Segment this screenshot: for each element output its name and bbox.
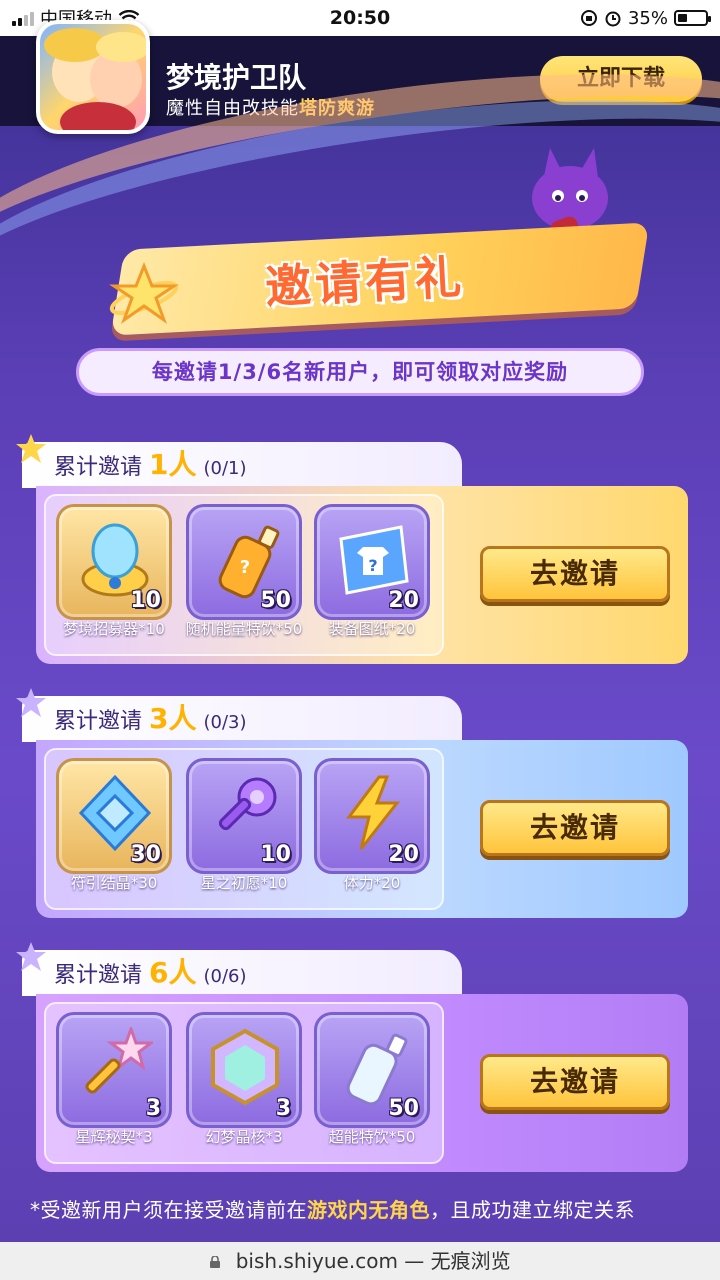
item-label: 随机能量特饮*50	[185, 620, 303, 638]
item-label: 体力*20	[343, 874, 401, 892]
invite-footnote: *受邀新用户须在接受邀请前在游戏内无角色，且成功建立绑定关系	[30, 1194, 690, 1226]
item-label: 符引结晶*30	[70, 874, 158, 892]
status-right: 35%	[580, 7, 711, 29]
item-label: 幻梦晶核*3	[205, 1128, 283, 1146]
url-text: bish.shiyue.com — 无痕浏览	[235, 1249, 511, 1273]
section-tab: 累计邀请 6人 (0/6)	[22, 950, 462, 996]
reward-card: 10 ? 50 ? 20 梦境招募器*10 随机能量特饮*50 装备图纸*20 …	[36, 486, 688, 664]
invite-progress: (0/3)	[203, 712, 247, 733]
super-drink-icon	[346, 1033, 408, 1106]
item-count: 50	[388, 1096, 419, 1121]
svg-text:?: ?	[240, 557, 250, 578]
item-count: 20	[388, 842, 419, 867]
rotation-lock-icon	[580, 10, 597, 26]
section-tab: 累计邀请 1人 (0/1)	[22, 442, 462, 488]
section-prefix: 累计邀请	[54, 709, 143, 734]
reward-item[interactable]: 3	[186, 1012, 302, 1128]
item-count: 30	[130, 842, 161, 867]
reward-section-2: 累计邀请 3人 (0/3) 30 10 20 符引结晶*30 星之初愿*10 体…	[0, 688, 720, 926]
section-tab: 累计邀请 3人 (0/3)	[22, 696, 462, 742]
footnote-highlight: 游戏内无角色	[307, 1198, 430, 1222]
item-label: 梦境招募器*10	[63, 620, 165, 638]
star-key-icon	[85, 1027, 153, 1094]
app-title: 梦境护卫队	[166, 61, 307, 94]
item-count: 20	[388, 588, 419, 613]
app-icon[interactable]	[36, 20, 150, 134]
dream-core-icon	[211, 1028, 279, 1106]
footnote-prefix: *受邀新用户须在接受邀请前在	[30, 1198, 307, 1222]
battery-icon	[674, 10, 711, 26]
alarm-icon	[605, 11, 621, 27]
battery-percent: 35%	[627, 7, 668, 29]
reward-item[interactable]: ? 50	[186, 504, 302, 620]
recruiter-icon	[81, 523, 149, 597]
reward-item[interactable]: 10	[56, 504, 172, 620]
reward-item[interactable]: 50	[314, 1012, 430, 1128]
reward-card: 3 3 50 星辉秘契*3 幻梦晶核*3 超能特饮*50 去邀请	[36, 994, 688, 1172]
item-label: 超能特饮*50	[328, 1128, 416, 1146]
section-prefix: 累计邀请	[54, 963, 143, 988]
lock-icon	[210, 1256, 221, 1268]
star-icon	[16, 688, 46, 717]
invite-progress: (0/6)	[203, 966, 247, 987]
footnote-suffix: ，且成功建立绑定关系	[430, 1198, 635, 1222]
crystal-icon	[78, 774, 152, 852]
star-icon	[16, 942, 46, 971]
invite-count: 6人	[149, 956, 197, 989]
reward-item[interactable]: 20	[314, 758, 430, 874]
invite-button[interactable]: 去邀请	[480, 1054, 670, 1110]
invite-button[interactable]: 去邀请	[480, 800, 670, 856]
section-prefix: 累计邀请	[54, 455, 143, 480]
item-label: 星之初愿*10	[200, 874, 288, 892]
invite-progress: (0/1)	[203, 458, 247, 479]
reward-item[interactable]: 30	[56, 758, 172, 874]
reward-item[interactable]: ? 20	[314, 504, 430, 620]
reward-section-1: 累计邀请 1人 (0/1) 10 ? 50 ? 20 梦境招募器*10 随机能量…	[0, 434, 720, 672]
invite-button[interactable]: 去邀请	[480, 546, 670, 602]
item-count: 10	[260, 842, 291, 867]
invite-count: 3人	[149, 702, 197, 735]
item-label: 星辉秘契*3	[75, 1128, 153, 1146]
item-count: 3	[145, 1096, 161, 1121]
reward-card: 30 10 20 符引结晶*30 星之初愿*10 体力*20 去邀请	[36, 740, 688, 918]
item-label: 装备图纸*20	[328, 620, 416, 638]
browser-url-bar[interactable]: bish.shiyue.com — 无痕浏览	[0, 1242, 720, 1280]
reward-section-3: 累计邀请 6人 (0/6) 3 3 50 星辉秘契*3 幻梦晶核*3 超能特饮*…	[0, 942, 720, 1180]
energy-drink-icon: ?	[218, 525, 280, 599]
invite-count: 1人	[149, 448, 197, 481]
svg-text:?: ?	[368, 556, 377, 575]
star-icon	[16, 434, 46, 463]
item-count: 10	[130, 588, 161, 613]
blueprint-icon: ?	[339, 525, 409, 595]
lightning-icon	[346, 775, 401, 850]
item-count: 3	[275, 1096, 291, 1121]
reward-item[interactable]: 10	[186, 758, 302, 874]
key-icon	[218, 777, 277, 831]
reward-item[interactable]: 3	[56, 1012, 172, 1128]
reward-rule-subtitle: 每邀请1/3/6名新用户，即可领取对应奖励	[76, 348, 644, 396]
item-count: 50	[260, 588, 291, 613]
